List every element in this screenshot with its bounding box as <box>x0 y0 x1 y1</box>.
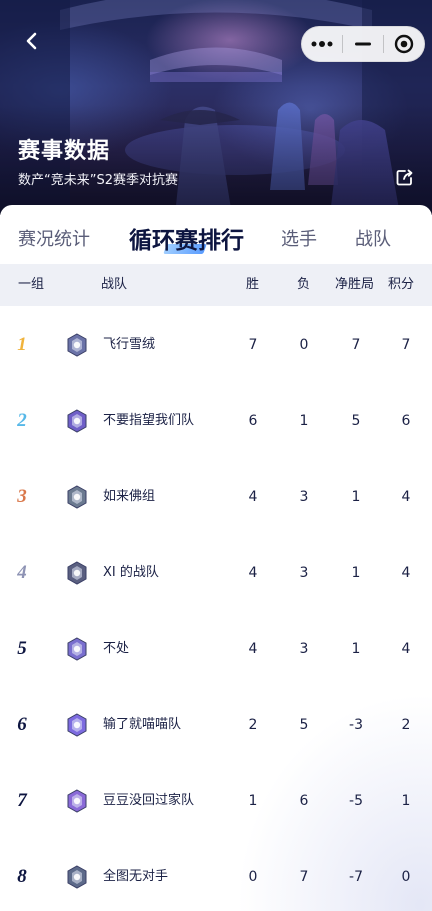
minimize-button[interactable] <box>343 26 383 62</box>
tab-match-stats[interactable]: 赛况统计 <box>18 225 90 251</box>
points-value: 6 <box>401 413 411 429</box>
net-wins-value: 1 <box>351 641 361 657</box>
table-row[interactable]: 1 飞行雪绒 7 0 7 7 <box>0 307 432 383</box>
target-circle-icon <box>394 34 414 54</box>
tab-round-robin-ranking[interactable]: 循环赛排行 <box>129 221 244 255</box>
losses-value: 5 <box>299 717 309 733</box>
group-label: 一组 <box>18 277 45 292</box>
team-name: 豆豆没回过家队 <box>103 793 195 808</box>
wins-value: 4 <box>248 641 258 657</box>
team-name: 飞行雪绒 <box>103 337 156 352</box>
losses-value: 0 <box>299 337 309 353</box>
rank-number: 6 <box>17 714 27 735</box>
page-title: 赛事数据 <box>18 139 111 164</box>
column-header-points: 积分 <box>388 277 415 292</box>
rank-number: 5 <box>17 638 27 659</box>
wins-value: 0 <box>248 869 258 885</box>
column-header-net-wins: 净胜局 <box>335 277 375 292</box>
miniprogram-capsule <box>301 26 425 62</box>
rank-number: 1 <box>17 334 27 355</box>
team-emblem-icon <box>67 789 87 813</box>
losses-value: 7 <box>299 869 309 885</box>
minus-icon <box>354 42 371 46</box>
rank-number: 3 <box>17 486 27 507</box>
more-button[interactable] <box>302 26 342 62</box>
rank-number: 2 <box>17 410 27 431</box>
points-value: 2 <box>401 717 411 733</box>
chevron-left-icon <box>26 32 37 50</box>
points-value: 0 <box>401 869 411 885</box>
team-emblem-icon <box>67 637 87 661</box>
points-value: 4 <box>401 489 411 505</box>
table-header: 一组 战队 胜 负 净胜局 积分 <box>0 264 432 306</box>
points-value: 4 <box>401 641 411 657</box>
team-emblem-icon <box>67 485 87 509</box>
close-miniprogram-button[interactable] <box>384 26 424 62</box>
hero-banner: 赛事数据 数产“竞未来”S2赛季对抗赛 <box>0 0 432 215</box>
team-name: XI 的战队 <box>103 565 159 580</box>
wins-value: 4 <box>248 565 258 581</box>
rank-number: 4 <box>17 562 27 583</box>
team-name: 不要指望我们队 <box>103 413 195 428</box>
net-wins-value: -3 <box>349 717 363 733</box>
table-row[interactable]: 7 豆豆没回过家队 1 6 -5 1 <box>0 763 432 839</box>
net-wins-value: 1 <box>351 489 361 505</box>
team-emblem-icon <box>67 713 87 737</box>
share-icon <box>396 169 413 186</box>
net-wins-value: 1 <box>351 565 361 581</box>
content-panel: 赛况统计 循环赛排行 选手 战队 一组 战队 胜 负 净胜局 积分 1 飞行雪绒 7… <box>0 205 432 911</box>
column-header-losses: 负 <box>297 277 311 292</box>
rank-number: 7 <box>17 790 27 811</box>
net-wins-value: 5 <box>351 413 361 429</box>
net-wins-value: -5 <box>349 793 363 809</box>
wins-value: 4 <box>248 489 258 505</box>
team-name: 输了就喵喵队 <box>103 717 182 732</box>
wins-value: 1 <box>248 793 258 809</box>
event-subtitle: 数产“竞未来”S2赛季对抗赛 <box>18 173 178 188</box>
team-emblem-icon <box>67 865 87 889</box>
team-emblem-icon <box>67 333 87 357</box>
tab-players[interactable]: 选手 <box>281 225 317 251</box>
losses-value: 3 <box>299 641 309 657</box>
team-emblem-icon <box>67 409 87 433</box>
more-dots-icon <box>311 41 333 47</box>
wins-value: 2 <box>248 717 258 733</box>
points-value: 7 <box>401 337 411 353</box>
table-row[interactable]: 8 全图无对手 0 7 -7 0 <box>0 839 432 911</box>
table-row[interactable]: 4 XI 的战队 4 3 1 4 <box>0 535 432 611</box>
losses-value: 6 <box>299 793 309 809</box>
table-row[interactable]: 2 不要指望我们队 6 1 5 6 <box>0 383 432 459</box>
back-button[interactable] <box>16 26 46 56</box>
points-value: 4 <box>401 565 411 581</box>
wins-value: 7 <box>248 337 258 353</box>
team-emblem-icon <box>67 561 87 585</box>
net-wins-value: -7 <box>349 869 363 885</box>
team-name: 全图无对手 <box>103 869 169 884</box>
table-row[interactable]: 6 输了就喵喵队 2 5 -3 2 <box>0 687 432 763</box>
tab-bar: 赛况统计 循环赛排行 选手 战队 <box>0 205 432 263</box>
team-name: 不处 <box>103 641 130 656</box>
column-header-wins: 胜 <box>246 277 260 292</box>
points-value: 1 <box>401 793 411 809</box>
losses-value: 3 <box>299 489 309 505</box>
column-header-team: 战队 <box>101 277 128 292</box>
table-row[interactable]: 5 不处 4 3 1 4 <box>0 611 432 687</box>
rank-number: 8 <box>17 866 27 887</box>
net-wins-value: 7 <box>351 337 361 353</box>
tab-teams[interactable]: 战队 <box>355 225 391 251</box>
team-name: 如来佛组 <box>103 489 156 504</box>
losses-value: 1 <box>299 413 309 429</box>
share-button[interactable] <box>394 166 416 188</box>
wins-value: 6 <box>248 413 258 429</box>
table-row[interactable]: 3 如来佛组 4 3 1 4 <box>0 459 432 535</box>
losses-value: 3 <box>299 565 309 581</box>
